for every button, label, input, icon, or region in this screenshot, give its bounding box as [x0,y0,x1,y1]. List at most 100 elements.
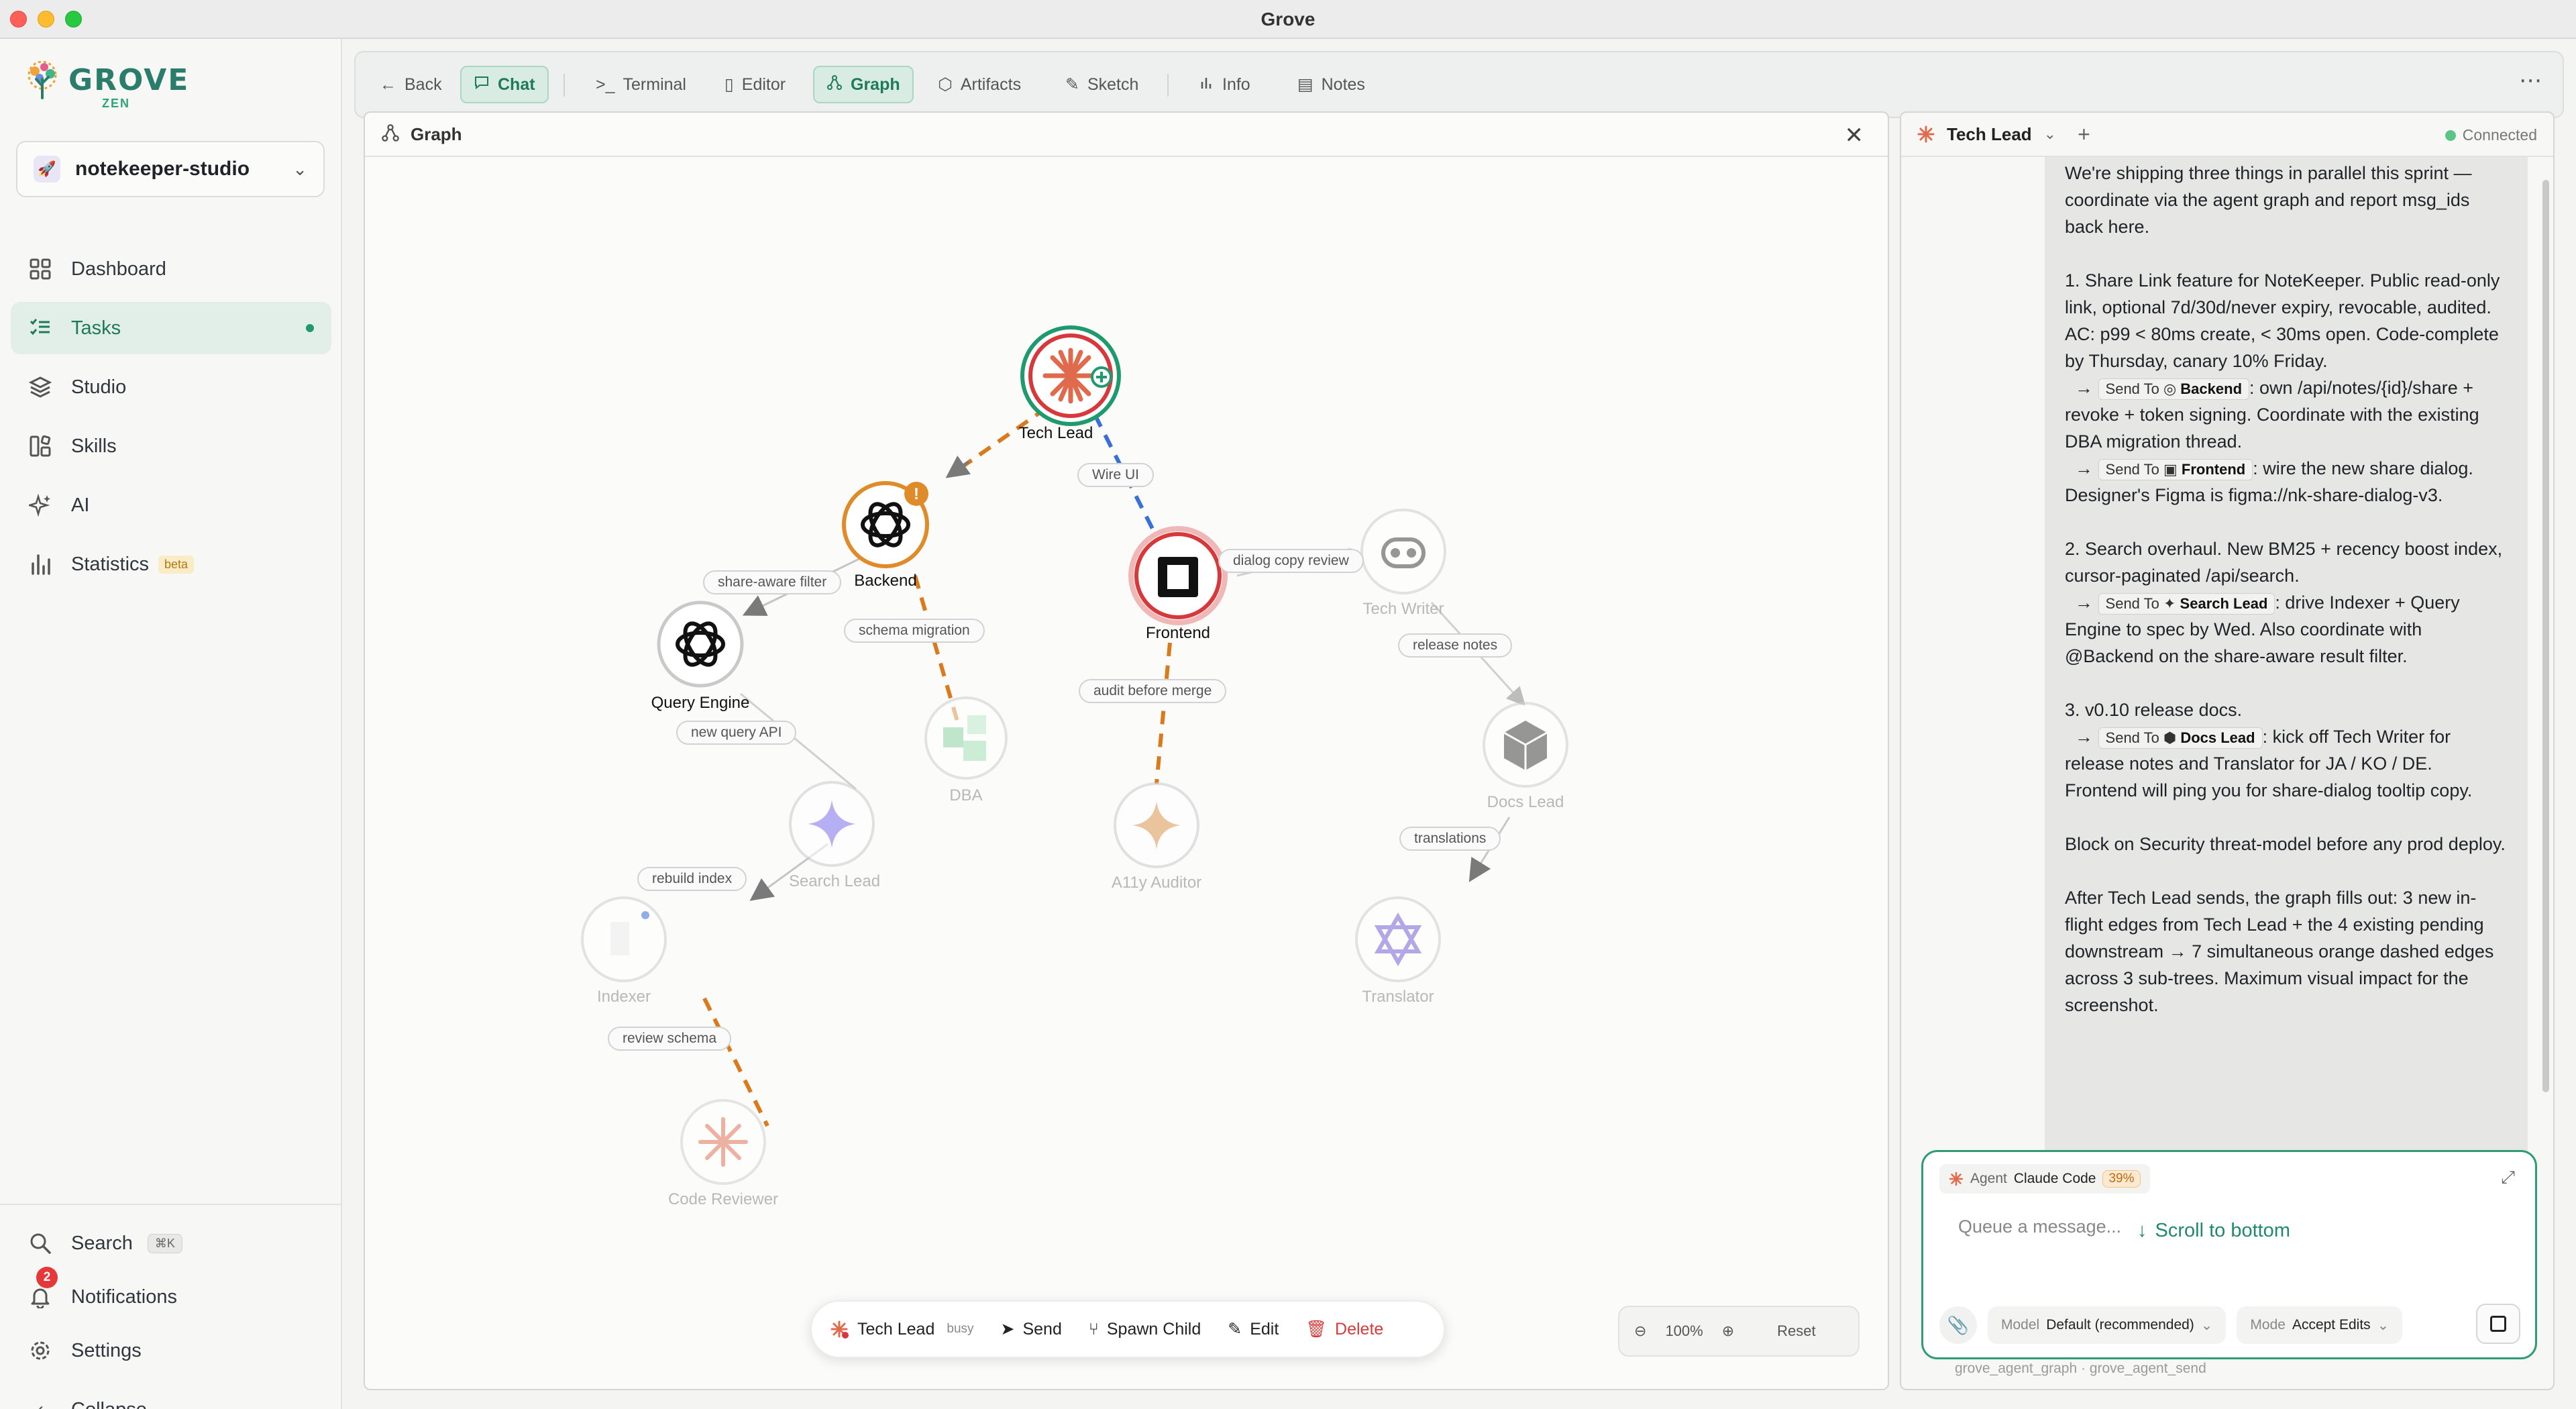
delete-button[interactable]: 🗑 Delete [1305,1320,1383,1339]
notifications-label: Notifications [71,1286,177,1308]
claude-spark-icon [1949,1171,1964,1186]
pencil-icon: ✎ [1228,1320,1242,1339]
zoom-out-icon[interactable]: ⊖ [1634,1322,1646,1340]
node-translator[interactable] [1355,896,1441,982]
project-name: notekeeper-studio [75,158,250,180]
node-label-backend: Backend [854,572,917,590]
tab-notes[interactable]: ▤ Notes [1285,66,1377,103]
node-a11y-auditor[interactable] [1114,782,1199,868]
edge-label-wire-ui[interactable]: Wire UI [1077,463,1154,487]
agent-graph-canvas[interactable]: ! [365,113,1889,1390]
svg-text:!: ! [914,485,919,503]
plus-icon[interactable]: + [2078,122,2090,147]
node-backend[interactable]: ! [842,481,929,568]
model-select-label: Model [2001,1317,2040,1333]
sidebar-item-ai[interactable]: AI [11,479,331,531]
send-to-chip[interactable]: Send To ◎ Backend [2098,378,2250,400]
gear-icon [27,1337,54,1364]
tab-info[interactable]: Info [1187,66,1263,103]
sidebar-item-settings[interactable]: Settings [11,1324,331,1377]
tab-terminal[interactable]: >_ Terminal [584,66,698,103]
edge-label-share-aware-filter[interactable]: share-aware filter [703,570,842,594]
spawn-child-button[interactable]: ⑂ Spawn Child [1089,1320,1201,1339]
sidebar-item-tasks[interactable]: Tasks [11,302,331,354]
edge-label-translations[interactable]: translations [1399,827,1501,851]
close-icon[interactable]: ✕ [1845,122,1864,149]
bar-chart-icon [1199,75,1214,95]
edge-label-release-notes[interactable]: release notes [1398,633,1513,658]
node-label-docs-lead: Docs Lead [1487,793,1564,811]
edge-label-schema-migration[interactable]: schema migration [844,619,985,643]
sidebar-item-search[interactable]: Search ⌘K [11,1217,331,1269]
tools-indicator: grove_agent_graph · grove_agent_send [1955,1361,2206,1376]
tab-artifacts[interactable]: ⬡ Artifacts [926,66,1033,103]
stop-button[interactable] [2476,1304,2520,1344]
back-button[interactable]: ← Back [368,66,454,103]
agent-chip[interactable]: Agent Claude Code 39% [1939,1164,2150,1194]
edge-label-audit-before-merge[interactable]: audit before merge [1079,679,1227,703]
node-docs-lead[interactable] [1483,702,1568,788]
edit-button[interactable]: ✎ Edit [1228,1319,1279,1339]
back-label: Back [405,74,442,94]
grove-logo[interactable]: GROVE ZEN [21,59,189,110]
sidebar-item-skills[interactable]: Skills [11,420,331,472]
mode-select-value: Accept Edits [2292,1317,2371,1333]
chat-agent-selector[interactable]: Tech Lead [1947,124,2032,145]
sidebar-item-notifications[interactable]: Notifications 2 [11,1267,331,1323]
user-message: We're shipping three things in parallel … [2045,157,2528,1224]
edge-label-new-query-api[interactable]: new query API [676,721,797,745]
terminal-icon: >_ [596,74,615,94]
tab-sketch[interactable]: ✎ Sketch [1053,66,1150,103]
expand-icon[interactable]: ⤢ [2501,1167,2515,1188]
selected-node-info: Tech Lead busy [829,1319,974,1339]
sidebar-item-statistics[interactable]: Statistics beta [11,538,331,590]
node-frontend[interactable] [1128,526,1228,625]
tab-graph[interactable]: Graph [813,66,914,103]
tab-chat[interactable]: Chat [460,66,549,103]
send-to-chip[interactable]: Send To ▣ Frontend [2098,459,2253,480]
checklist-icon [27,315,54,342]
node-dba[interactable] [924,696,1008,780]
scroll-to-bottom-button[interactable]: ↓ Scroll to bottom [2137,1220,2290,1242]
claude-spark-icon [830,1320,849,1339]
tab-editor[interactable]: ▯ Editor [712,66,798,103]
node-label-tech-lead: Tech Lead [1018,424,1093,442]
edge-label-review-schema[interactable]: review schema [608,1027,732,1051]
beta-badge: beta [158,555,195,574]
project-selector[interactable]: 🚀 notekeeper-studio ⌄ [16,141,325,197]
node-search-lead[interactable] [789,781,875,867]
edge-label-dialog-copy-review[interactable]: dialog copy review [1218,549,1364,573]
node-query-engine[interactable] [657,601,744,688]
chevron-down-icon[interactable]: ⌄ [2044,125,2056,143]
zoom-in-icon[interactable]: ⊕ [1722,1322,1734,1340]
message-composer: Agent Claude Code 39% ⤢ 📎 Model Default … [1921,1150,2537,1359]
node-tech-writer[interactable] [1360,509,1446,594]
edge-arrowhead [945,456,971,478]
edge-label-rebuild-index[interactable]: rebuild index [637,867,747,891]
sidebar-item-dashboard[interactable]: Dashboard [11,243,331,295]
sidebar-item-label: Tasks [71,317,121,339]
chat-scrollbar[interactable] [2542,180,2549,1092]
send-to-chip[interactable]: Send To ⬢ Docs Lead [2098,727,2263,749]
node-code-reviewer[interactable] [680,1099,766,1185]
sidebar-collapse-button[interactable]: ‹ Collapse [11,1384,331,1409]
more-options-icon[interactable]: ⋯ [2519,67,2542,94]
chevron-down-icon: ⌄ [292,158,307,179]
mode-select[interactable]: Mode Accept Edits ⌄ [2237,1306,2403,1344]
send-button[interactable]: ➤ Send [1001,1319,1062,1339]
message-paragraph: After Tech Lead sends, the graph fills o… [2065,888,2499,1015]
sidebar-item-studio[interactable]: Studio [11,361,331,413]
node-tech-lead[interactable] [1020,325,1121,426]
model-select[interactable]: Model Default (recommended) ⌄ [1988,1306,2226,1344]
blocks-icon [27,433,54,460]
sidebar: GROVE ZEN 🚀 notekeeper-studio ⌄ Dashboar… [0,39,342,1409]
paperclip-icon[interactable]: 📎 [1939,1306,1977,1344]
message-paragraph: 2. Search overhaul. New BM25 + recency b… [2065,539,2508,586]
node-indexer[interactable] [581,896,667,982]
zoom-reset-button[interactable]: Reset [1777,1322,1815,1340]
arrow-left-icon: ← [380,74,396,94]
send-to-chip[interactable]: Send To ✦ Search Lead [2098,593,2275,615]
edge-frontend-a11y[interactable] [1155,642,1172,784]
search-icon [27,1230,54,1257]
node-label-indexer: Indexer [596,988,651,1006]
